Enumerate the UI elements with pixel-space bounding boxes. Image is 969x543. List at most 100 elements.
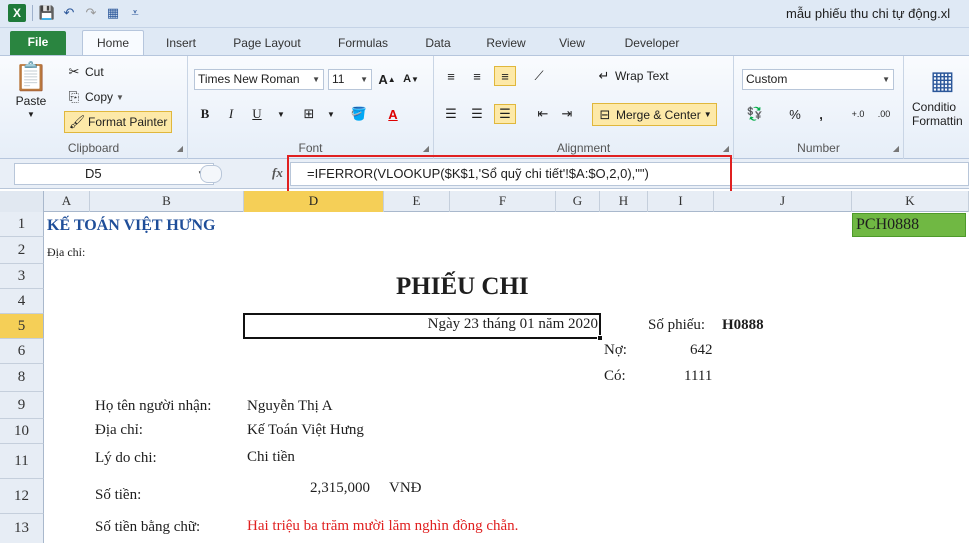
row-header-6[interactable]: 6: [0, 339, 44, 364]
cell-addr-label[interactable]: Địa chỉ:: [95, 422, 143, 439]
cell-credit-value[interactable]: 1111: [684, 368, 712, 385]
row-header-10[interactable]: 10: [0, 419, 44, 444]
cell-words-label[interactable]: Số tiền bằng chữ:: [95, 519, 200, 536]
align-middle-icon[interactable]: ≡: [466, 66, 488, 86]
row-header-3[interactable]: 3: [0, 264, 44, 289]
column-header-h[interactable]: H: [600, 191, 648, 212]
orientation-icon[interactable]: ⟋: [528, 66, 550, 86]
borders-icon[interactable]: ⊞: [298, 104, 320, 124]
formula-bar-toggle-icon[interactable]: [200, 165, 222, 183]
cell-company-name[interactable]: KẾ TOÁN VIỆT HƯNG: [47, 217, 216, 235]
shrink-font-button[interactable]: A ▼: [400, 69, 422, 89]
increase-decimal-icon[interactable]: +.0: [846, 104, 870, 124]
cell-addr-value[interactable]: Kế Toán Việt Hưng: [247, 422, 364, 439]
font-size-select[interactable]: 11 ▼: [328, 69, 372, 90]
row-header-12[interactable]: 12: [0, 479, 44, 514]
cell-k1-voucher-code[interactable]: PCH0888: [852, 213, 966, 237]
comma-button[interactable]: ,: [810, 104, 832, 124]
tab-view[interactable]: View: [552, 33, 592, 55]
borders-dropdown-icon[interactable]: ▼: [320, 104, 342, 124]
number-format-select[interactable]: Custom ▼: [742, 69, 894, 90]
tab-insert[interactable]: Insert: [158, 33, 204, 55]
align-left-icon[interactable]: ☰: [440, 104, 462, 124]
align-right-icon[interactable]: ☰: [494, 104, 516, 124]
cell-voucher-number[interactable]: H0888: [722, 317, 764, 334]
conditional-formatting-button[interactable]: ▦ Conditio Formattin: [912, 60, 963, 128]
merge-center-button[interactable]: ⊟ Merge & Center ▼: [592, 103, 717, 126]
column-header-d[interactable]: D: [244, 191, 384, 212]
column-header-g[interactable]: G: [556, 191, 600, 212]
format-painter-button[interactable]: 🖌 Format Painter: [64, 111, 173, 133]
cell-amount-value[interactable]: 2,315,000: [310, 480, 370, 497]
font-name-select[interactable]: Times New Roman ▼: [194, 69, 324, 90]
align-bottom-icon[interactable]: ≡: [494, 66, 516, 86]
cell-receiver-label[interactable]: Họ tên người nhận:: [95, 398, 211, 415]
insert-function-icon[interactable]: fx: [272, 165, 283, 181]
cell-debit-value[interactable]: 642: [690, 342, 713, 359]
table-icon[interactable]: ▦: [105, 5, 121, 21]
decrease-decimal-icon[interactable]: .00: [872, 104, 896, 124]
align-center-icon[interactable]: ☰: [466, 104, 488, 124]
row-header-13[interactable]: 13: [0, 514, 44, 543]
cut-button[interactable]: ✂ Cut: [66, 64, 104, 80]
clipboard-launcher-icon[interactable]: ◢: [177, 144, 183, 153]
formula-input[interactable]: =IFERROR(VLOOKUP($K$1,'Sổ quỹ chi tiết'!…: [290, 162, 969, 186]
cell-voucher-title[interactable]: PHIẾU CHI: [396, 273, 529, 301]
column-header-e[interactable]: E: [384, 191, 450, 212]
tab-formulas[interactable]: Formulas: [330, 33, 396, 55]
wrap-text-button[interactable]: ↵ Wrap Text: [596, 68, 669, 84]
cell-reason-label[interactable]: Lý do chi:: [95, 450, 157, 467]
percent-button[interactable]: %: [784, 104, 806, 124]
customize-qat-icon[interactable]: ⩡: [127, 5, 143, 21]
grow-font-button[interactable]: A ▲: [376, 69, 398, 89]
increase-indent-icon[interactable]: ⇥: [556, 104, 578, 124]
column-header-j[interactable]: J: [714, 191, 852, 212]
decrease-indent-icon[interactable]: ⇤: [532, 104, 554, 124]
font-launcher-icon[interactable]: ◢: [423, 144, 429, 153]
italic-button[interactable]: I: [220, 104, 242, 124]
row-header-8[interactable]: 8: [0, 364, 44, 392]
cell-receiver-value[interactable]: Nguyễn Thị A: [247, 398, 333, 415]
row-header-9[interactable]: 9: [0, 392, 44, 419]
font-color-button[interactable]: A: [382, 104, 404, 124]
underline-dropdown-icon[interactable]: ▼: [270, 104, 292, 124]
cell-address-label[interactable]: Địa chỉ:: [47, 245, 85, 260]
row-header-1[interactable]: 1: [0, 212, 44, 237]
underline-button[interactable]: U: [246, 104, 268, 124]
redo-icon[interactable]: ↷: [83, 5, 99, 21]
cell-words-value[interactable]: Hai triệu ba trăm mười lăm nghìn đồng ch…: [247, 518, 518, 535]
cell-amount-label[interactable]: Số tiền:: [95, 487, 141, 504]
fill-handle[interactable]: [597, 335, 603, 341]
number-launcher-icon[interactable]: ◢: [893, 144, 899, 153]
cell-voucher-label[interactable]: Số phiếu:: [648, 317, 705, 334]
name-box[interactable]: D5 ▼: [14, 163, 214, 185]
save-icon[interactable]: 💾: [39, 5, 55, 21]
undo-icon[interactable]: ↶: [61, 5, 77, 21]
copy-button[interactable]: ⎘ Copy ▼: [66, 89, 124, 105]
tab-review[interactable]: Review: [478, 33, 534, 55]
alignment-launcher-icon[interactable]: ◢: [723, 144, 729, 153]
align-top-icon[interactable]: ≡: [440, 66, 462, 86]
row-header-4[interactable]: 4: [0, 289, 44, 314]
column-header-a[interactable]: A: [44, 191, 90, 212]
column-header-i[interactable]: I: [648, 191, 714, 212]
row-header-5[interactable]: 5: [0, 314, 44, 339]
tab-home[interactable]: Home: [82, 30, 144, 56]
column-header-b[interactable]: B: [90, 191, 244, 212]
fill-color-icon[interactable]: 🪣: [348, 104, 370, 124]
bold-button[interactable]: B: [194, 104, 216, 124]
row-header-2[interactable]: 2: [0, 237, 44, 264]
cell-credit-label[interactable]: Có:: [604, 368, 626, 385]
tab-developer[interactable]: Developer: [614, 33, 690, 55]
select-all-corner[interactable]: [0, 191, 44, 212]
paste-button[interactable]: 📋 Paste ▼: [8, 62, 54, 120]
cell-reason-value[interactable]: Chi tiền: [247, 449, 295, 466]
cell-amount-currency[interactable]: VNĐ: [389, 480, 422, 497]
row-header-11[interactable]: 11: [0, 444, 44, 479]
cell-debit-label[interactable]: Nợ:: [604, 342, 627, 359]
currency-icon[interactable]: 💱: [744, 104, 766, 124]
tab-data[interactable]: Data: [418, 33, 458, 55]
excel-logo-icon[interactable]: X: [8, 4, 26, 22]
column-header-k[interactable]: K: [852, 191, 969, 212]
tab-page-layout[interactable]: Page Layout: [226, 33, 308, 55]
